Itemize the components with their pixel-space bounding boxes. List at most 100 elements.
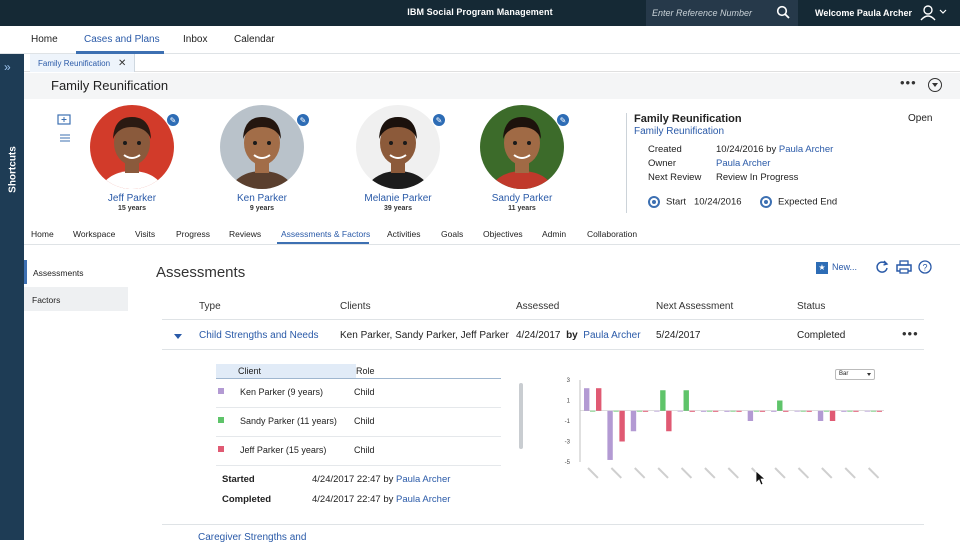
- refresh-icon[interactable]: [875, 260, 889, 277]
- case-subtitle[interactable]: Family Reunification: [634, 126, 934, 137]
- column-status[interactable]: Status: [797, 301, 825, 312]
- mouse-pointer-icon: [755, 470, 767, 489]
- case-tab-reviews[interactable]: Reviews: [229, 229, 261, 239]
- chart-bar: [584, 388, 590, 411]
- list-view-icon[interactable]: [60, 133, 70, 146]
- started-by-link[interactable]: Paula Archer: [396, 474, 450, 485]
- created-by-link[interactable]: Paula Archer: [779, 144, 833, 155]
- edit-icon[interactable]: ✎: [296, 113, 310, 127]
- completed-by-link[interactable]: Paula Archer: [396, 494, 450, 505]
- nav-tab-inbox[interactable]: Inbox: [183, 34, 207, 45]
- shortcuts-panel[interactable]: » Shortcuts: [0, 54, 24, 540]
- chart-bar: [876, 410, 883, 412]
- expected-end-icon: [760, 196, 773, 208]
- start-label: Start: [666, 196, 687, 208]
- family-member[interactable]: ✎ Sandy Parker 11 years: [480, 105, 570, 212]
- role-column[interactable]: Role: [356, 366, 375, 376]
- chart-bar: [689, 410, 695, 412]
- avatar[interactable]: [90, 105, 174, 189]
- y-tick-label: 1: [567, 399, 571, 405]
- legend-swatch: [218, 388, 224, 394]
- assessment-clients: Ken Parker, Sandy Parker, Jeff Parker: [340, 330, 509, 341]
- avatar[interactable]: [220, 105, 304, 189]
- family-member[interactable]: ✎ Jeff Parker 15 years: [90, 105, 180, 212]
- column-assessed[interactable]: Assessed: [516, 301, 559, 312]
- print-icon[interactable]: [896, 260, 912, 277]
- family-member-name[interactable]: Melanie Parker: [356, 193, 440, 204]
- x-tick-label: [727, 467, 739, 479]
- page-actions-icon[interactable]: •••: [900, 75, 917, 90]
- add-member-icon[interactable]: [57, 113, 73, 128]
- expand-chevron-icon[interactable]: »: [4, 60, 11, 74]
- case-tab-activities[interactable]: Activities: [387, 229, 421, 239]
- case-tab-visits[interactable]: Visits: [135, 229, 155, 239]
- avatar[interactable]: [480, 105, 564, 189]
- row-collapse-icon[interactable]: [174, 334, 182, 339]
- family-member[interactable]: ✎ Melanie Parker 39 years: [356, 105, 446, 212]
- welcome-text: Welcome Paula Archer: [815, 8, 913, 18]
- assessments-heading: Assessments: [156, 264, 246, 281]
- column-next-assessment[interactable]: Next Assessment: [656, 301, 733, 312]
- client-column[interactable]: Client: [216, 364, 356, 378]
- case-tab-home[interactable]: Home: [31, 229, 54, 239]
- case-tab-admin[interactable]: Admin: [542, 229, 566, 239]
- assessor-link[interactable]: Paula Archer: [583, 330, 640, 341]
- case-tab-goals[interactable]: Goals: [441, 229, 463, 239]
- edit-icon[interactable]: ✎: [166, 113, 180, 127]
- case-tab-progress[interactable]: Progress: [176, 229, 210, 239]
- chart-bar: [730, 410, 736, 412]
- svg-text:?: ?: [922, 263, 927, 273]
- search-icon[interactable]: [776, 5, 790, 22]
- chart-type-select[interactable]: Bar: [835, 369, 875, 380]
- assessment-type-link[interactable]: Child Strengths and Needs: [199, 330, 319, 341]
- case-title: Family Reunification: [634, 113, 742, 125]
- row-actions-icon[interactable]: •••: [902, 326, 919, 341]
- edit-icon[interactable]: ✎: [432, 113, 446, 127]
- client-row: Ken Parker (9 years) Child: [216, 379, 501, 408]
- content-tab-family-reunification[interactable]: Family Reunification ✕: [30, 54, 136, 72]
- family-member-name[interactable]: Jeff Parker: [90, 193, 174, 204]
- section-nav-assessments[interactable]: Assessments: [24, 260, 128, 284]
- new-assessment-button[interactable]: ★ New...: [816, 262, 857, 274]
- owner-link[interactable]: Paula Archer: [716, 158, 770, 169]
- close-icon[interactable]: ✕: [118, 58, 126, 69]
- assessment-status: Completed: [797, 330, 846, 341]
- next-assessment-type-link[interactable]: Caregiver Strengths and: [198, 532, 306, 543]
- family-member-name[interactable]: Ken Parker: [220, 193, 304, 204]
- nav-tab-cases-and-plans[interactable]: Cases and Plans: [84, 34, 160, 45]
- family-member-age: 39 years: [383, 205, 413, 212]
- help-icon[interactable]: ?: [918, 260, 932, 277]
- user-menu-icon[interactable]: [919, 4, 947, 25]
- assessment-next-date: 5/24/2017: [656, 330, 701, 341]
- client-row: Sandy Parker (11 years) Child: [216, 408, 501, 437]
- case-tab-collaboration[interactable]: Collaboration: [587, 229, 637, 239]
- case-tab-workspace[interactable]: Workspace: [73, 229, 115, 239]
- y-tick-label: -3: [565, 440, 571, 446]
- column-type[interactable]: Type: [199, 301, 221, 312]
- reference-search-input[interactable]: [652, 5, 770, 21]
- assessment-assessed: 4/24/2017 by Paula Archer: [516, 330, 641, 341]
- chart-bar: [596, 388, 602, 411]
- chart-bar: [864, 410, 871, 412]
- case-tab-assessments-factors[interactable]: Assessments & Factors: [281, 229, 370, 239]
- page-title: Family Reunification: [51, 78, 169, 93]
- clients-scrollbar[interactable]: [519, 383, 523, 449]
- reference-search: [646, 0, 798, 26]
- chart-bar: [607, 410, 613, 460]
- nav-tab-calendar[interactable]: Calendar: [234, 34, 275, 45]
- nav-tab-home[interactable]: Home: [31, 34, 58, 45]
- chart-bar: [823, 410, 830, 412]
- family-member-name[interactable]: Sandy Parker: [480, 193, 564, 204]
- edit-icon[interactable]: ✎: [556, 113, 570, 127]
- top-bar: IBM Social Program Management Welcome Pa…: [0, 0, 960, 26]
- family-member[interactable]: ✎ Ken Parker 9 years: [220, 105, 310, 212]
- section-nav-factors[interactable]: Factors: [24, 287, 128, 311]
- column-clients[interactable]: Clients: [340, 301, 371, 312]
- x-tick-label: [704, 467, 716, 479]
- avatar[interactable]: [356, 105, 440, 189]
- case-tab-objectives[interactable]: Objectives: [483, 229, 523, 239]
- page-menu-icon[interactable]: [928, 78, 942, 92]
- legend-swatch: [218, 417, 224, 423]
- chart-bar: [590, 410, 596, 412]
- chevron-down-icon: [867, 373, 871, 376]
